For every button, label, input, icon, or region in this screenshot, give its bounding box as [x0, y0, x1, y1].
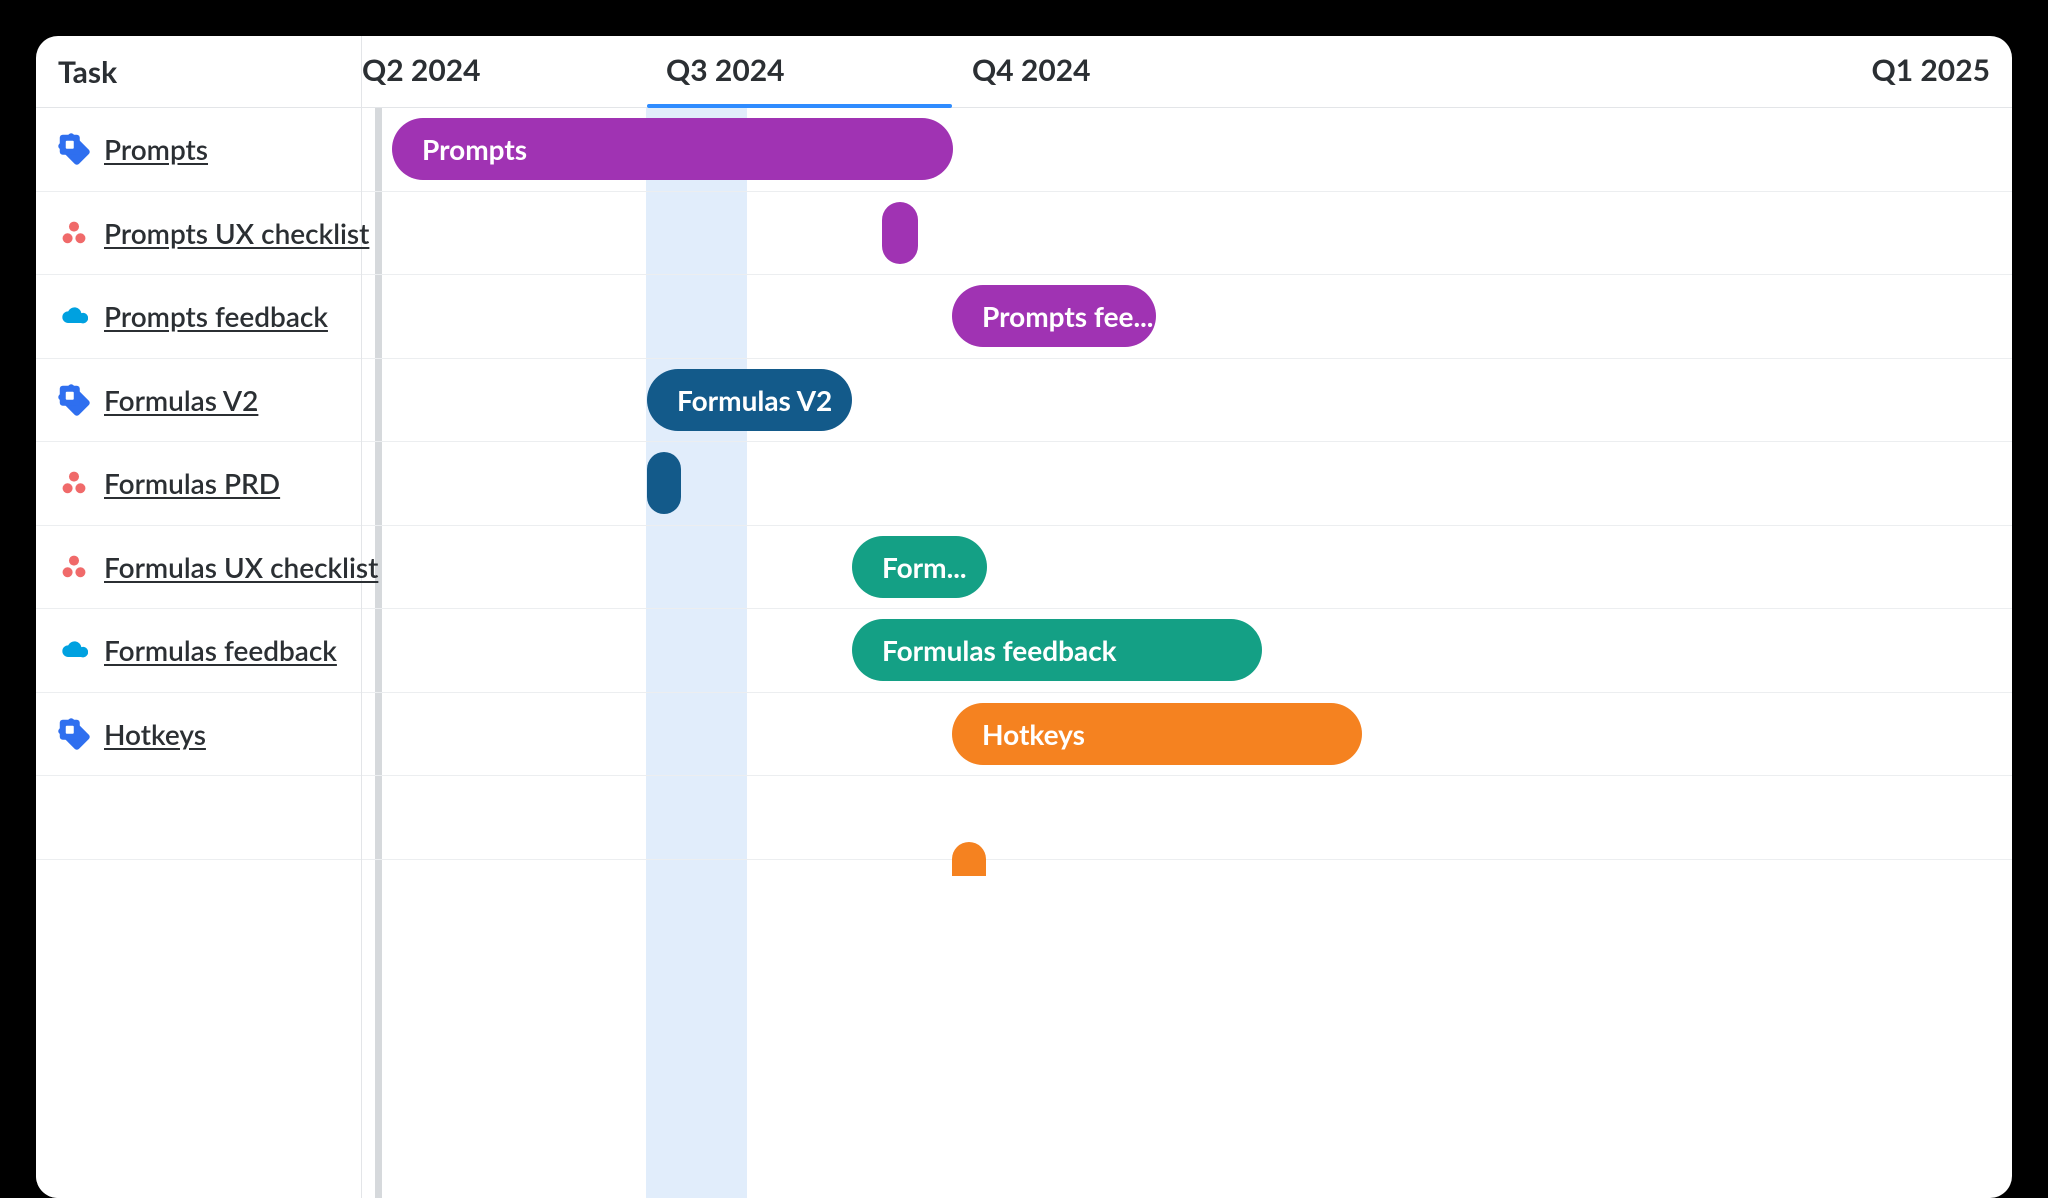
quarter-label[interactable]: Q2 2024 [362, 36, 481, 104]
header-row: Task Q2 2024 Q3 2024 Q4 2024 Q1 2025 [36, 36, 2012, 108]
gantt-bar[interactable] [647, 452, 681, 514]
task-row: Prompts [36, 108, 361, 192]
task-row: Prompts UX checklist [36, 192, 361, 276]
timeline-row: Prompts [362, 108, 2012, 192]
timeline-row: Form... [362, 526, 2012, 610]
task-column: Prompts Prompts UX checklist Prompts feedb… [36, 108, 362, 1198]
task-link[interactable]: Prompts UX checklist [104, 216, 369, 250]
task-link[interactable]: Formulas UX checklist [104, 550, 378, 584]
salesforce-icon [60, 636, 88, 664]
task-header-label: Task [58, 54, 117, 90]
quarter-label[interactable]: Q1 2025 [1871, 36, 1990, 104]
task-row: Formulas feedback [36, 609, 361, 693]
gantt-bar[interactable]: Prompts fee... [952, 285, 1156, 347]
gantt-bar[interactable]: Prompts [392, 118, 953, 180]
salesforce-icon [60, 302, 88, 330]
app-frame: Task Q2 2024 Q3 2024 Q4 2024 Q1 2025 Prompt… [36, 36, 2012, 1198]
timeline-rows: Prompts Prompts fee... Formulas V2 Form... F… [362, 108, 2012, 860]
quarter-label[interactable]: Q4 2024 [972, 36, 1091, 104]
task-row [36, 776, 361, 860]
gantt-bar[interactable]: Hotkeys [952, 703, 1362, 765]
task-row: Prompts feedback [36, 275, 361, 359]
diamond-icon [57, 717, 91, 751]
task-row: Formulas PRD [36, 442, 361, 526]
task-link[interactable]: Prompts [104, 132, 208, 166]
gantt-bar[interactable]: Formulas feedback [852, 619, 1262, 681]
diamond-icon [57, 383, 91, 417]
timeline-row: Hotkeys [362, 693, 2012, 777]
quarter-label[interactable]: Q3 2024 [666, 36, 785, 104]
task-link[interactable]: Prompts feedback [104, 299, 328, 333]
timeline-row [362, 776, 2012, 860]
task-row: Formulas V2 [36, 359, 361, 443]
gantt-bar[interactable]: Form... [852, 536, 987, 598]
gantt-bar[interactable] [952, 842, 986, 876]
timeline-row: Formulas V2 [362, 359, 2012, 443]
diamond-icon [57, 132, 91, 166]
task-link[interactable]: Formulas V2 [104, 383, 258, 417]
gantt-bar[interactable] [882, 202, 918, 264]
timeline-area[interactable]: Prompts Prompts fee... Formulas V2 Form... F… [362, 108, 2012, 1198]
asana-icon [60, 469, 88, 497]
asana-icon [60, 219, 88, 247]
task-link[interactable]: Formulas feedback [104, 633, 337, 667]
timeline-row: Formulas feedback [362, 609, 2012, 693]
body: Prompts Prompts UX checklist Prompts feedb… [36, 108, 2012, 1198]
task-column-header: Task [36, 36, 362, 107]
timeline-row: Prompts fee... [362, 275, 2012, 359]
asana-icon [60, 553, 88, 581]
gantt-bar[interactable]: Formulas V2 [647, 369, 852, 431]
task-link[interactable]: Formulas PRD [104, 466, 280, 500]
task-row: Hotkeys [36, 693, 361, 777]
timeline-row [362, 192, 2012, 276]
task-link[interactable]: Hotkeys [104, 717, 206, 751]
task-row: Formulas UX checklist [36, 526, 361, 610]
timeline-row [362, 442, 2012, 526]
timeline-header: Q2 2024 Q3 2024 Q4 2024 Q1 2025 [362, 36, 2012, 107]
